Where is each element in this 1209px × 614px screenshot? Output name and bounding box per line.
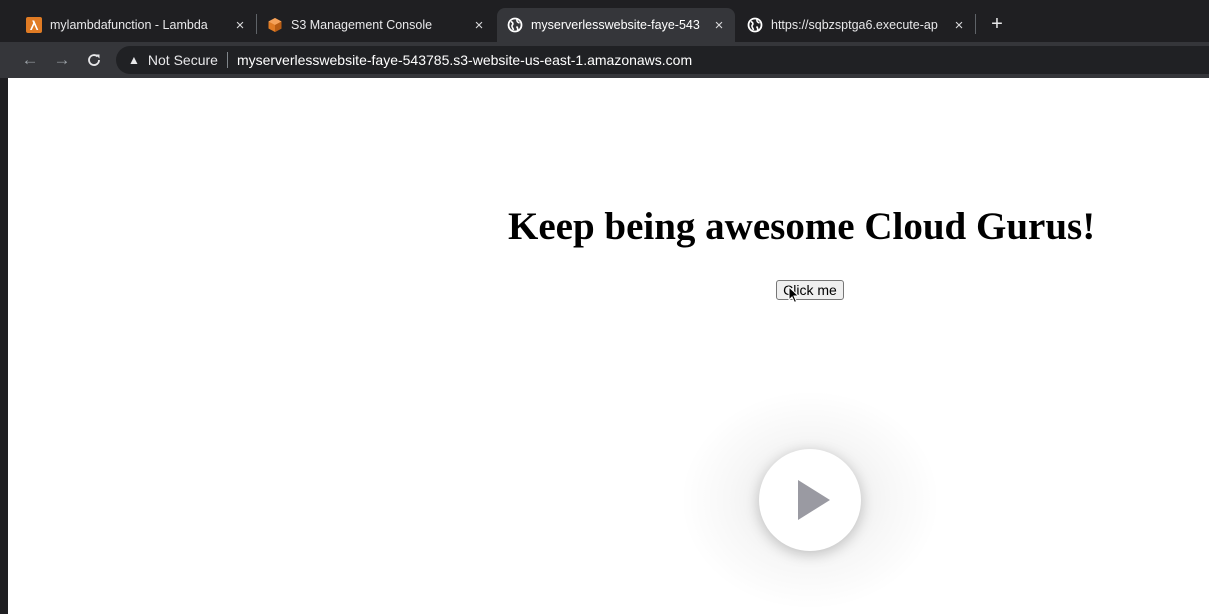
play-icon xyxy=(798,480,830,520)
close-tab-icon[interactable]: × xyxy=(709,17,729,34)
new-tab-button[interactable]: + xyxy=(986,11,1008,37)
globe-icon xyxy=(747,17,763,33)
page-headline: Keep being awesome Cloud Gurus! xyxy=(508,205,1096,248)
reload-icon xyxy=(88,54,100,66)
tab-serverless-website[interactable]: myserverlesswebsite-faye-543 × xyxy=(497,8,735,42)
forward-button[interactable]: → xyxy=(52,50,72,70)
warning-icon: ▲ xyxy=(128,53,140,67)
tab-strip: mylambdafunction - Lambda × S3 Managemen… xyxy=(0,0,1209,42)
close-tab-icon[interactable]: × xyxy=(230,17,250,34)
tab-title: https://sqbzsptga6.execute-ap xyxy=(771,18,938,32)
close-tab-icon[interactable]: × xyxy=(469,17,489,34)
page-viewport: Keep being awesome Cloud Gurus! Click me xyxy=(8,78,1209,614)
reload-button[interactable] xyxy=(84,50,104,70)
lambda-icon xyxy=(26,17,42,33)
address-bar[interactable]: ▲ Not Secure myserverlesswebsite-faye-54… xyxy=(116,46,1209,74)
play-button[interactable] xyxy=(759,449,861,551)
tab-title: mylambdafunction - Lambda xyxy=(50,18,208,32)
tab-title: myserverlesswebsite-faye-543 xyxy=(531,18,700,32)
tab-separator xyxy=(975,14,976,34)
back-button[interactable]: ← xyxy=(20,50,40,70)
tab-lambda[interactable]: mylambdafunction - Lambda × xyxy=(16,8,256,42)
tab-execute-api[interactable]: https://sqbzsptga6.execute-ap × xyxy=(737,8,975,42)
browser-toolbar: ← → ▲ Not Secure myserverlesswebsite-fay… xyxy=(0,42,1209,78)
url-text[interactable]: myserverlesswebsite-faye-543785.s3-websi… xyxy=(237,52,692,68)
security-status[interactable]: Not Secure xyxy=(148,52,218,68)
omnibox-divider xyxy=(226,52,228,68)
close-tab-icon[interactable]: × xyxy=(949,17,969,34)
tab-s3-console[interactable]: S3 Management Console × xyxy=(257,8,495,42)
s3-bucket-icon xyxy=(267,17,283,33)
tab-title: S3 Management Console xyxy=(291,18,433,32)
mouse-cursor-icon xyxy=(788,286,800,304)
globe-icon xyxy=(507,17,523,33)
click-me-button[interactable]: Click me xyxy=(776,280,844,300)
